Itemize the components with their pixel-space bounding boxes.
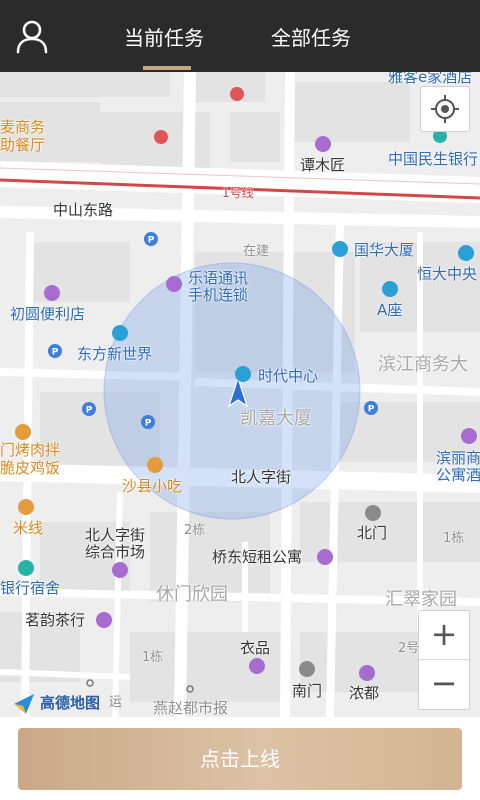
svg-text:P: P [148,236,155,246]
poi-label: 1栋 [443,531,465,546]
poi-label: A座 [377,301,403,319]
poi-label: 脆皮鸡饭 [0,459,61,477]
poi-label: 综合市场 [85,543,146,561]
amap-logo-icon [14,694,34,714]
crosshair-icon [431,95,459,123]
svg-text:P: P [368,405,375,415]
poi-label: 北人字街 [85,526,146,544]
poi-label: 手机连锁 [188,286,249,304]
zoom-in-button[interactable]: + [419,611,469,660]
user-icon [16,20,48,54]
poi-label: 2栋 [184,523,206,538]
road-label-zhongshan-east: 中山东路 [53,201,114,219]
zoom-out-button[interactable]: − [419,660,469,708]
top-bar: 当前任务 全部任务 [0,0,480,72]
map-view[interactable]: P P P P P 1号线 中山东路 在建 北人字街 雅客e家酒店 麦商务 助餐… [0,72,480,717]
poi-label: 茗韵茶行 [25,611,86,629]
poi-label: 滨丽商 [436,449,480,467]
poi-label: 时代中心 [258,367,319,385]
poi-label: 门烤肉拌 [0,441,61,459]
locate-button[interactable] [420,86,470,132]
poi-label: 浓都 [349,684,380,702]
svg-text:P: P [145,419,152,429]
user-profile-button[interactable] [12,16,52,56]
poi-label: 谭木匠 [300,156,346,174]
poi-label: 燕赵都市报 [153,699,229,717]
poi-label: 雅客e家酒店 [388,72,473,86]
tab-current-tasks[interactable]: 当前任务 [124,0,204,72]
poi-label: 衣品 [240,639,271,657]
road-label-beirenzijie: 北人字街 [231,468,292,486]
poi-label: 米线 [13,519,44,537]
road-label-under-construction: 在建 [243,244,270,259]
poi-label: 东方新世界 [77,345,153,363]
poi-label: 沙县小吃 [122,477,183,495]
poi-label: 滨江商务大 [378,354,468,375]
poi-label: 初圆便利店 [10,305,86,323]
poi-label: 休门欣园 [156,584,228,605]
bottom-bar: 点击上线 [0,717,480,800]
poi-label: 桥东短租公寓 [212,548,303,566]
svg-text:P: P [86,406,93,416]
poi-label: 中国民生银行 [388,150,479,168]
poi-label: 国华大厦 [354,241,415,259]
poi-label: 麦商务 [0,118,46,136]
zoom-control: + − [418,610,470,710]
poi-label: 南门 [292,682,323,700]
metro-line-label: 1号线 [222,186,254,200]
go-online-button[interactable]: 点击上线 [18,728,462,790]
tab-all-tasks[interactable]: 全部任务 [271,0,351,72]
poi-label: 恒大中央 [417,265,478,283]
svg-text:P: P [52,348,59,358]
poi-label: 北门 [357,524,388,542]
active-tab-indicator [143,66,191,70]
poi-label: 银行宿舍 [0,579,61,597]
poi-label: 凯嘉大厦 [240,408,312,429]
poi-label: 乐语通讯 [188,269,249,287]
poi-label: 1栋 [142,650,164,665]
map-provider-logo: 高德地图 运 [12,692,122,716]
poi-label: 汇翠家园 [385,589,457,610]
poi-label: 公寓酒 [436,466,480,484]
poi-label: 助餐厅 [0,136,46,154]
logo-text: 高德地图 [40,694,101,712]
logo-suffix: 运 [109,695,123,710]
